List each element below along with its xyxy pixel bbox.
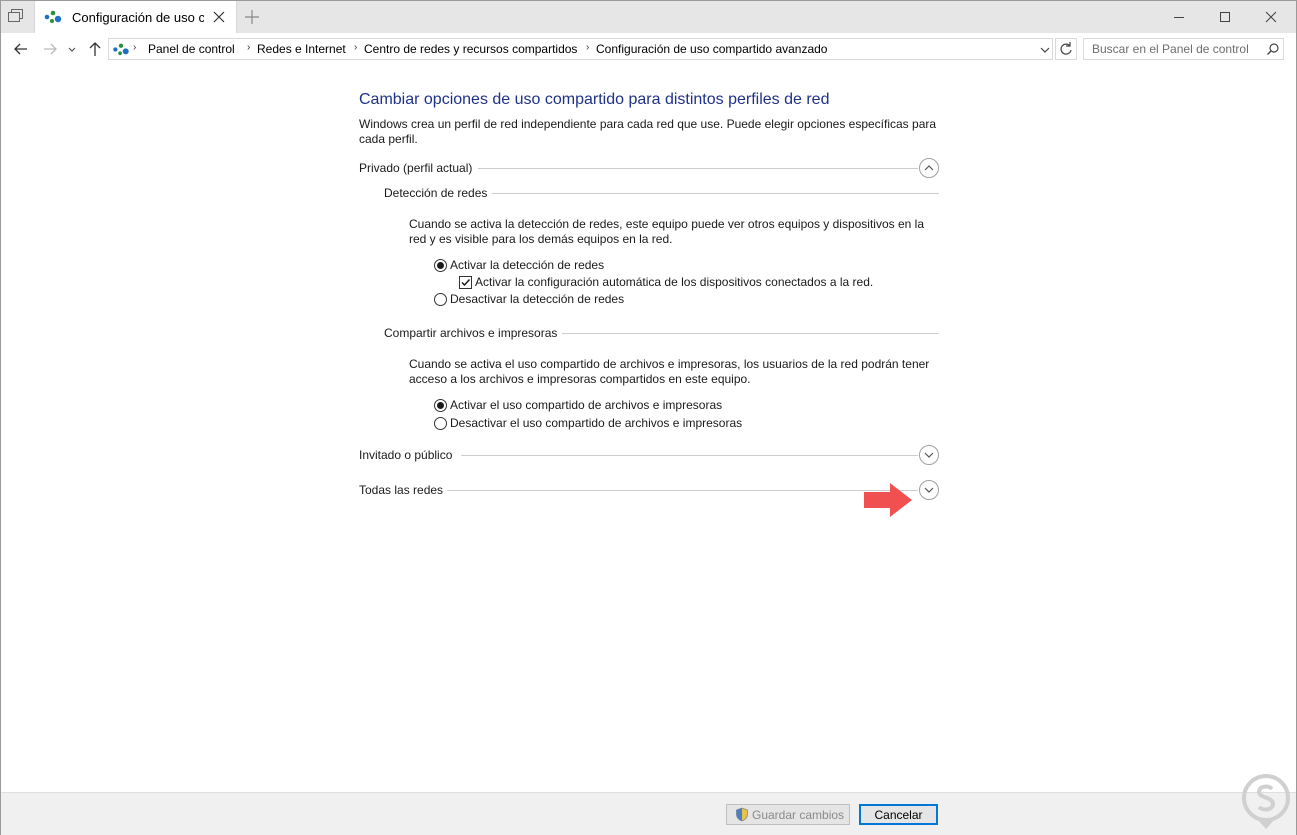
- chevron-down-icon: [68, 47, 76, 52]
- control-panel-window: Configuración de uso c › Panel de contro…: [0, 0, 1297, 835]
- minimize-icon: [1174, 17, 1184, 18]
- tab-title: Configuración de uso c: [72, 10, 204, 25]
- save-changes-label: Guardar cambios: [752, 808, 845, 822]
- breadcrumb-separator: ›: [247, 42, 251, 53]
- tab-close-icon[interactable]: [211, 9, 227, 25]
- minimize-button[interactable]: [1156, 1, 1202, 33]
- breadcrumb-separator: ›: [354, 42, 358, 53]
- divider: [492, 193, 939, 194]
- breadcrumb-configuracion-avanzada[interactable]: Configuración de uso compartido avanzado: [596, 42, 827, 56]
- network-discovery-description: Cuando se activa la detección de redes, …: [409, 217, 924, 246]
- title-bar: Configuración de uso c: [1, 1, 1296, 33]
- divider: [478, 168, 918, 169]
- address-history-dropdown[interactable]: [1038, 43, 1052, 57]
- chevron-down-icon: [924, 487, 934, 493]
- divider: [562, 333, 939, 334]
- annotation-arrow-icon: [864, 483, 912, 517]
- radio-button[interactable]: [434, 293, 447, 306]
- address-bar[interactable]: › Panel de control › Redes e Internet › …: [108, 38, 1053, 60]
- cancel-label: Cancelar: [874, 808, 923, 822]
- radio-enable-network-discovery-label[interactable]: Activar la detección de redes: [450, 258, 604, 272]
- radio-button[interactable]: [434, 417, 447, 430]
- up-arrow-icon: [89, 42, 101, 56]
- checkbox[interactable]: [459, 276, 472, 289]
- save-changes-button[interactable]: Guardar cambios: [726, 804, 850, 825]
- new-tab-icon[interactable]: [243, 8, 261, 26]
- breadcrumb-centro-de-redes[interactable]: Centro de redes y recursos compartidos: [364, 42, 577, 56]
- forward-button[interactable]: [41, 40, 59, 58]
- expand-all-networks-button[interactable]: [919, 480, 939, 500]
- refresh-icon: [1060, 42, 1072, 55]
- uac-shield-icon: [735, 807, 749, 822]
- checkbox-auto-setup-devices-label[interactable]: Activar la configuración automática de l…: [475, 275, 873, 289]
- profile-all-networks-label: Todas las redes: [359, 483, 452, 497]
- profile-all-networks-header[interactable]: Todas las redes: [359, 480, 941, 503]
- breadcrumb-separator: ›: [133, 42, 137, 53]
- navigation-bar: › Panel de control › Redes e Internet › …: [1, 34, 1296, 64]
- radio-button[interactable]: [434, 399, 447, 412]
- refresh-button[interactable]: [1055, 38, 1077, 60]
- radio-enable-file-sharing-label[interactable]: Activar el uso compartido de archivos e …: [450, 398, 722, 412]
- search-box[interactable]: [1083, 38, 1284, 60]
- search-icon[interactable]: [1266, 42, 1280, 56]
- radio-disable-network-discovery-label[interactable]: Desactivar la detección de redes: [450, 292, 624, 306]
- profile-private-header[interactable]: Privado (perfil actual): [359, 158, 941, 181]
- radio-disable-file-sharing-label[interactable]: Desactivar el uso compartido de archivos…: [450, 416, 742, 430]
- watermark-logo: [1242, 774, 1290, 829]
- profile-guest-header[interactable]: Invitado o público: [359, 445, 941, 468]
- breadcrumb-redes-e-internet[interactable]: Redes e Internet: [257, 42, 346, 56]
- chevron-down-icon: [924, 452, 934, 458]
- profile-guest-label: Invitado o público: [359, 448, 461, 462]
- expand-guest-button[interactable]: [919, 445, 939, 465]
- up-button[interactable]: [86, 40, 104, 58]
- file-printer-sharing-heading-label: Compartir archivos e impresoras: [384, 326, 566, 340]
- file-printer-sharing-description: Cuando se activa el uso compartido de ar…: [409, 357, 930, 386]
- back-button[interactable]: [12, 40, 30, 58]
- main-content: Cambiar opciones de uso compartido para …: [1, 64, 1296, 792]
- page-title: Cambiar opciones de uso compartido para …: [359, 91, 830, 108]
- chevron-up-icon: [924, 165, 934, 171]
- cancel-button[interactable]: Cancelar: [859, 804, 938, 825]
- divider: [447, 490, 918, 491]
- breadcrumb-separator: ›: [586, 42, 590, 53]
- radio-button[interactable]: [434, 259, 447, 272]
- tab-active[interactable]: Configuración de uso c: [34, 1, 237, 33]
- back-arrow-icon: [14, 43, 27, 55]
- collapse-private-button[interactable]: [919, 158, 939, 178]
- profile-private-label: Privado (perfil actual): [359, 161, 481, 175]
- intro-text: Windows crea un perfil de red independie…: [359, 117, 937, 146]
- close-button[interactable]: [1248, 1, 1294, 33]
- divider: [461, 455, 918, 456]
- close-icon: [1265, 11, 1277, 23]
- maximize-button[interactable]: [1202, 1, 1248, 33]
- checkmark-icon: [461, 279, 471, 287]
- file-printer-sharing-heading: Compartir archivos e impresoras: [384, 326, 939, 342]
- breadcrumb-panel-de-control[interactable]: Panel de control: [148, 42, 235, 56]
- tab-overview-icon[interactable]: [7, 8, 27, 26]
- maximize-icon: [1220, 12, 1230, 22]
- footer-bar: Guardar cambios Cancelar: [1, 792, 1296, 835]
- chevron-down-icon: [1040, 47, 1050, 53]
- search-input[interactable]: [1084, 39, 1259, 59]
- network-discovery-heading: Detección de redes: [384, 186, 939, 202]
- network-sharing-icon: [44, 9, 62, 25]
- network-discovery-heading-label: Detección de redes: [384, 186, 496, 200]
- recent-locations-button[interactable]: [66, 40, 78, 58]
- forward-arrow-icon: [44, 43, 57, 55]
- network-sharing-icon: [112, 42, 130, 57]
